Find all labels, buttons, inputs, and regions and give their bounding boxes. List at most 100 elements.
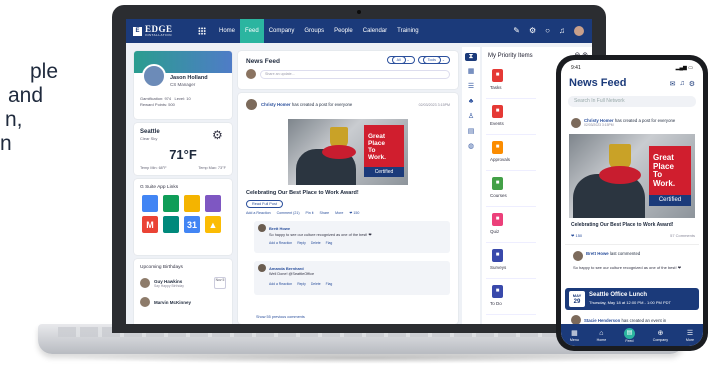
comment-flag-button[interactable]: Flag (326, 241, 333, 245)
post-author[interactable]: Christy Homer (261, 102, 291, 107)
edit-icon[interactable]: ✎ (513, 27, 520, 35)
read-full-post-button[interactable]: Read Full Post (246, 200, 283, 208)
nav-home[interactable]: Home (214, 19, 240, 43)
comment-actions: Add a Reaction Reply Delete Flag (269, 282, 332, 286)
apps-grid-icon[interactable] (198, 27, 206, 35)
chat-icon[interactable]: ○ (545, 27, 550, 35)
document-icon[interactable]: ▤ (468, 128, 475, 136)
event-title: Seattle Office Lunch (589, 292, 648, 298)
comment-reply-button[interactable]: Reply (297, 241, 306, 245)
birthday-row[interactable]: Marvin McKinney (140, 295, 226, 309)
nav-feed[interactable]: Feed (240, 19, 264, 43)
list-icon[interactable]: ☰ (468, 83, 474, 91)
ribbon-icon (322, 145, 356, 159)
avatar[interactable] (246, 99, 257, 110)
birthday-row[interactable]: Guy Hawkins Say Happy Birthday Nov 5 (140, 276, 226, 290)
chat-bubble-icon[interactable]: ◍ (468, 143, 474, 151)
show-previous-comments-link[interactable]: Show 55 previous comments (256, 315, 305, 319)
calendar-icon[interactable]: ▦ (468, 68, 475, 76)
feed-post: Christy Homer has created a post for eve… (238, 93, 458, 324)
gmail-icon[interactable]: M (142, 216, 158, 233)
share-update-input[interactable]: Share an update... (260, 69, 450, 79)
nav-groups[interactable]: Groups (299, 19, 329, 43)
reaction-count[interactable]: ❤ 150 (571, 233, 582, 238)
profile-avatar[interactable] (142, 64, 166, 88)
surveys-icon: ■ (492, 249, 503, 262)
approvals-icon: ■ (492, 141, 503, 154)
avatar[interactable] (571, 118, 581, 128)
comment-react-button[interactable]: Add a Reaction (269, 282, 292, 286)
slides-icon[interactable] (184, 195, 200, 212)
priority-item-label: To Do (490, 301, 502, 306)
comment-author[interactable]: Brett Howe (269, 226, 290, 231)
phone-post-action: has created a post for everyone (614, 118, 676, 123)
more-button[interactable]: More (335, 211, 343, 215)
filter-all-button[interactable]: All ⌄ (386, 56, 415, 64)
people-icon[interactable]: ♣ (469, 98, 474, 106)
sheets-icon[interactable] (163, 195, 179, 212)
comment-flag-button[interactable]: Flag (326, 282, 333, 286)
avatar (258, 264, 266, 272)
hourglass-icon[interactable]: ⧗ (465, 53, 477, 61)
text-line: n (0, 132, 12, 155)
nav-company[interactable]: ⊕ Company (653, 329, 668, 342)
priority-item-quiz[interactable]: ■ Quiz (486, 209, 536, 243)
comment-delete-button[interactable]: Delete (311, 241, 321, 245)
user-check-icon[interactable]: ♙ (468, 113, 474, 121)
priority-item-surveys[interactable]: ■ Surveys (486, 245, 536, 279)
bell-icon[interactable]: ♫ (679, 80, 684, 88)
add-reaction-button[interactable]: Add a Reaction (246, 211, 271, 215)
docs-icon[interactable] (142, 195, 158, 212)
bell-icon[interactable]: ♫ (559, 27, 565, 35)
comment: Amanda Bernhard Well Done! @SeattleOffic… (254, 261, 450, 295)
filter-tools-button[interactable]: Tools ⌄ (417, 56, 450, 64)
phone-comment-author[interactable]: Brett Howe (586, 251, 609, 256)
phone-search-input[interactable]: Search In Full Network (568, 96, 696, 107)
camera-icon (357, 10, 361, 14)
nav-calendar[interactable]: Calendar (358, 19, 392, 43)
nav-menu[interactable]: ▦ Menu (570, 329, 579, 342)
comment-author[interactable]: Amanda Bernhard (269, 266, 304, 271)
status-time: 9:41 (571, 65, 581, 71)
settings-icon[interactable]: ⚙ (529, 27, 536, 35)
comment-reply-button[interactable]: Reply (297, 282, 306, 286)
phone-post-header: Christy Homer has created a post for eve… (571, 118, 695, 128)
nav-home[interactable]: ⌂ Home (597, 329, 607, 342)
priority-item-tasks[interactable]: ■ Tasks (486, 65, 536, 99)
priority-item-events[interactable]: ■ Events (486, 101, 536, 135)
forms-icon[interactable] (205, 195, 221, 212)
badge-line: Work. (368, 154, 386, 161)
calendar-icon[interactable]: 31 (184, 216, 200, 233)
avatar (140, 297, 150, 307)
birthday-date: Nov 5 (214, 277, 226, 289)
phone-event-card[interactable]: MAY 29 Seattle Office Lunch Thursday, Ma… (565, 288, 699, 310)
priority-item-approvals[interactable]: ■ Approvals (486, 137, 536, 171)
mail-icon[interactable]: ✉ (670, 80, 676, 88)
meet-icon[interactable] (163, 216, 179, 233)
nav-label: Menu (569, 337, 579, 342)
phone-post-image[interactable]: Great Place To Work. Certified (569, 134, 695, 218)
nav-feed[interactable]: ▤ Feed (623, 327, 635, 343)
comments-count[interactable]: 57 Comments (670, 233, 695, 238)
comment-delete-button[interactable]: Delete (311, 282, 321, 286)
comment-react-button[interactable]: Add a Reaction (269, 241, 292, 245)
edge-logo[interactable]: E EDGE INSTALLATION (126, 25, 198, 37)
post-image[interactable]: Great Place To Work. Certified (288, 119, 408, 185)
post-actions: Add a Reaction Comment (21) Pin it Share… (246, 211, 450, 215)
profile-name[interactable]: Jason Holland (170, 75, 208, 81)
nav-company[interactable]: Company (264, 19, 300, 43)
nav-people[interactable]: People (329, 19, 358, 43)
settings-icon[interactable]: ⚙ (689, 80, 695, 88)
nav-more[interactable]: ☰ More (686, 329, 694, 342)
home-icon: ⌂ (599, 329, 604, 337)
user-avatar[interactable] (574, 26, 584, 36)
weather-settings-icon[interactable]: ⚙ (212, 128, 223, 142)
nav-training[interactable]: Training (392, 19, 423, 43)
drive-icon[interactable]: ▲ (205, 216, 221, 233)
share-button[interactable]: Share (320, 211, 330, 215)
next-author[interactable]: Stacie Henderson (584, 318, 620, 323)
priority-item-courses[interactable]: ■ Courses (486, 173, 536, 207)
pin-button[interactable]: Pin it (306, 211, 314, 215)
comment-button[interactable]: Comment (21) (277, 211, 300, 215)
priority-item-to-do[interactable]: ■ To Do (486, 281, 536, 315)
